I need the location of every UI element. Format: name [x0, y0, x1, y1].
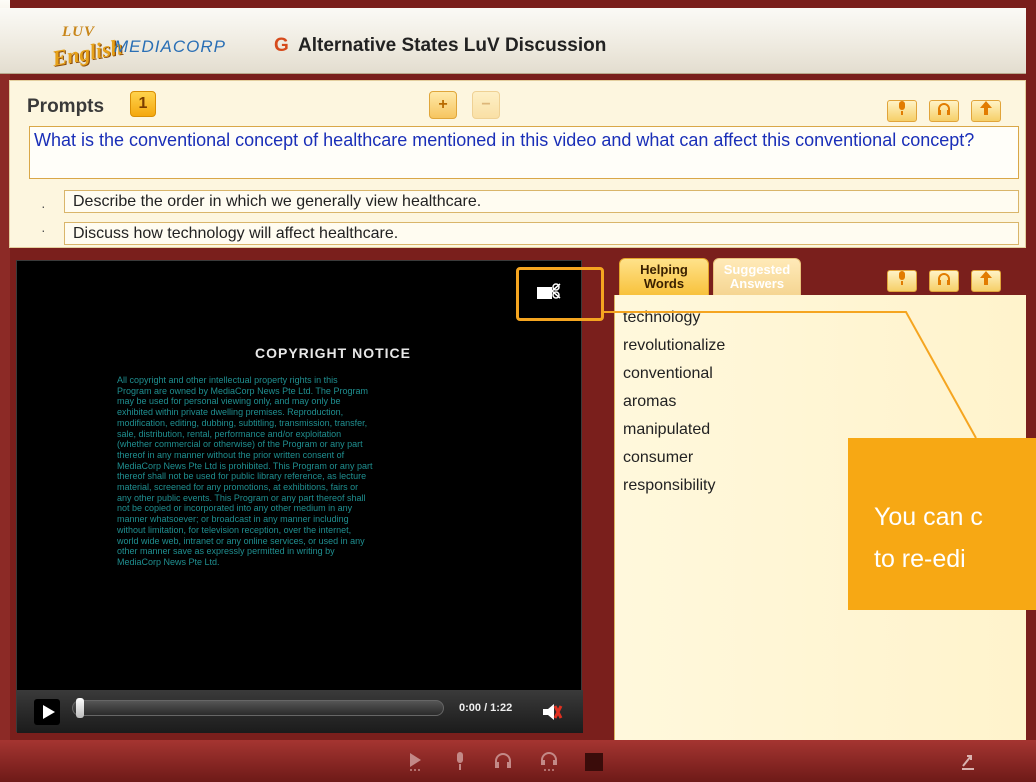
g-icon: G — [274, 35, 289, 56]
notice-line: MediaCorp News Pte Ltd. — [117, 556, 220, 567]
prompts-label: Prompts — [27, 96, 105, 117]
notice-line: (whether commercial or otherwise) of the… — [117, 439, 363, 450]
bullet: · — [41, 222, 46, 238]
notice-line: exhibited within private dwelling premis… — [117, 407, 344, 418]
helping-word[interactable]: manipulated — [623, 421, 710, 439]
headphones-icon — [938, 273, 950, 285]
arrow-up-icon — [980, 271, 992, 285]
video-player[interactable]: COPYRIGHT NOTICE All copyright and other… — [16, 260, 583, 733]
sub-prompt-1[interactable]: Describe the order in which we generally… — [64, 190, 1019, 213]
play-recording-icon[interactable] — [405, 750, 427, 772]
bullet: · — [41, 198, 46, 214]
remove-prompt-button[interactable]: − — [472, 91, 500, 119]
tab-suggested-answers[interactable]: Suggested Answers — [713, 258, 801, 296]
arrow-up-icon — [980, 101, 992, 115]
notice-line: not be copied or incorporated into any o… — [117, 503, 353, 514]
tab-label-line1: Suggested — [723, 262, 791, 277]
notice-line: thereof shall not be used for public lib… — [117, 471, 367, 482]
notice-line: material, screened for any promotions, a… — [117, 482, 359, 493]
record-button[interactable] — [887, 100, 917, 122]
microphone-icon — [899, 271, 905, 285]
time-display: 0:00 / 1:22 — [459, 702, 513, 714]
notice-line: manner whatsoever; or broadcast in any m… — [117, 514, 349, 525]
copyright-notice-body: All copyright and other intellectual pro… — [117, 375, 515, 568]
stop-button[interactable] — [585, 753, 603, 771]
upload-button[interactable] — [971, 100, 1001, 122]
notice-line: world wide web, intranet or any online s… — [117, 535, 365, 546]
notice-line: any other public events. This Program or… — [117, 492, 366, 503]
add-prompt-button[interactable]: + — [429, 91, 457, 119]
page-title: Alternative States LuV Discussion — [298, 35, 607, 56]
tab-helping-words[interactable]: Helping Words — [619, 258, 709, 296]
notice-line: thereof in any manner without the prior … — [117, 449, 345, 460]
listen-answer-button[interactable] — [929, 270, 959, 292]
helping-word[interactable]: responsibility — [623, 477, 715, 495]
tab-label-line2: Words — [643, 276, 685, 291]
headphones-icon — [938, 103, 950, 115]
notice-line: MediaCorp News Pte Ltd is prohibited. Th… — [117, 460, 373, 471]
sub-prompt-2[interactable]: Discuss how technology will affect healt… — [64, 222, 1019, 245]
microphone-icon[interactable] — [449, 750, 471, 772]
headphones-playlist-icon[interactable] — [538, 750, 560, 772]
clip-highlight-box — [516, 267, 604, 321]
tooltip-line-1: You can c — [874, 503, 983, 531]
upload-answer-button[interactable] — [971, 270, 1001, 292]
headphones-icon[interactable] — [492, 750, 514, 772]
helping-word[interactable]: revolutionalize — [623, 337, 725, 355]
microphone-icon — [899, 101, 905, 115]
notice-line: modification, editing, dubbing, subtitli… — [117, 417, 368, 428]
prompt-question[interactable]: What is the conventional concept of heal… — [29, 126, 1019, 179]
notice-line: Program are owned by MediaCorp News Pte … — [117, 385, 368, 396]
helping-word[interactable]: conventional — [623, 365, 713, 383]
tutorial-tooltip: You can c to re-edi — [848, 438, 1036, 610]
notice-line: other manner save as expressly permitted… — [117, 546, 335, 557]
notice-line: without limitation, for television recep… — [117, 524, 352, 535]
export-icon[interactable] — [957, 750, 979, 772]
notice-line: All copyright and other intellectual pro… — [117, 375, 338, 385]
mediacorp-logo: MEDIACORP — [114, 37, 226, 56]
tab-label-line2: Answers — [729, 276, 785, 291]
tooltip-line-2: to re-edi — [874, 545, 966, 573]
helping-word[interactable]: aromas — [623, 393, 676, 411]
play-button[interactable] — [34, 699, 60, 725]
listen-button[interactable] — [929, 100, 959, 122]
tab-label-line1: Helping — [640, 262, 688, 277]
seek-bar[interactable] — [72, 698, 444, 718]
mute-icon[interactable] — [541, 702, 563, 722]
video-controls: 0:00 / 1:22 — [17, 690, 583, 733]
notice-line: may be used for personal viewing only, a… — [117, 396, 341, 407]
helping-word[interactable]: consumer — [623, 449, 693, 467]
helping-word[interactable]: technology — [623, 309, 700, 327]
notice-line: sale, distribution, rental, performance … — [117, 428, 342, 439]
record-answer-button[interactable] — [887, 270, 917, 292]
prompt-count-badge[interactable]: 1 — [130, 91, 156, 117]
copyright-notice-title: COPYRIGHT NOTICE — [254, 345, 411, 361]
bottom-toolbar — [0, 740, 1036, 782]
luv-english-logo: LUV English — [28, 18, 128, 71]
seek-handle[interactable] — [76, 698, 84, 718]
